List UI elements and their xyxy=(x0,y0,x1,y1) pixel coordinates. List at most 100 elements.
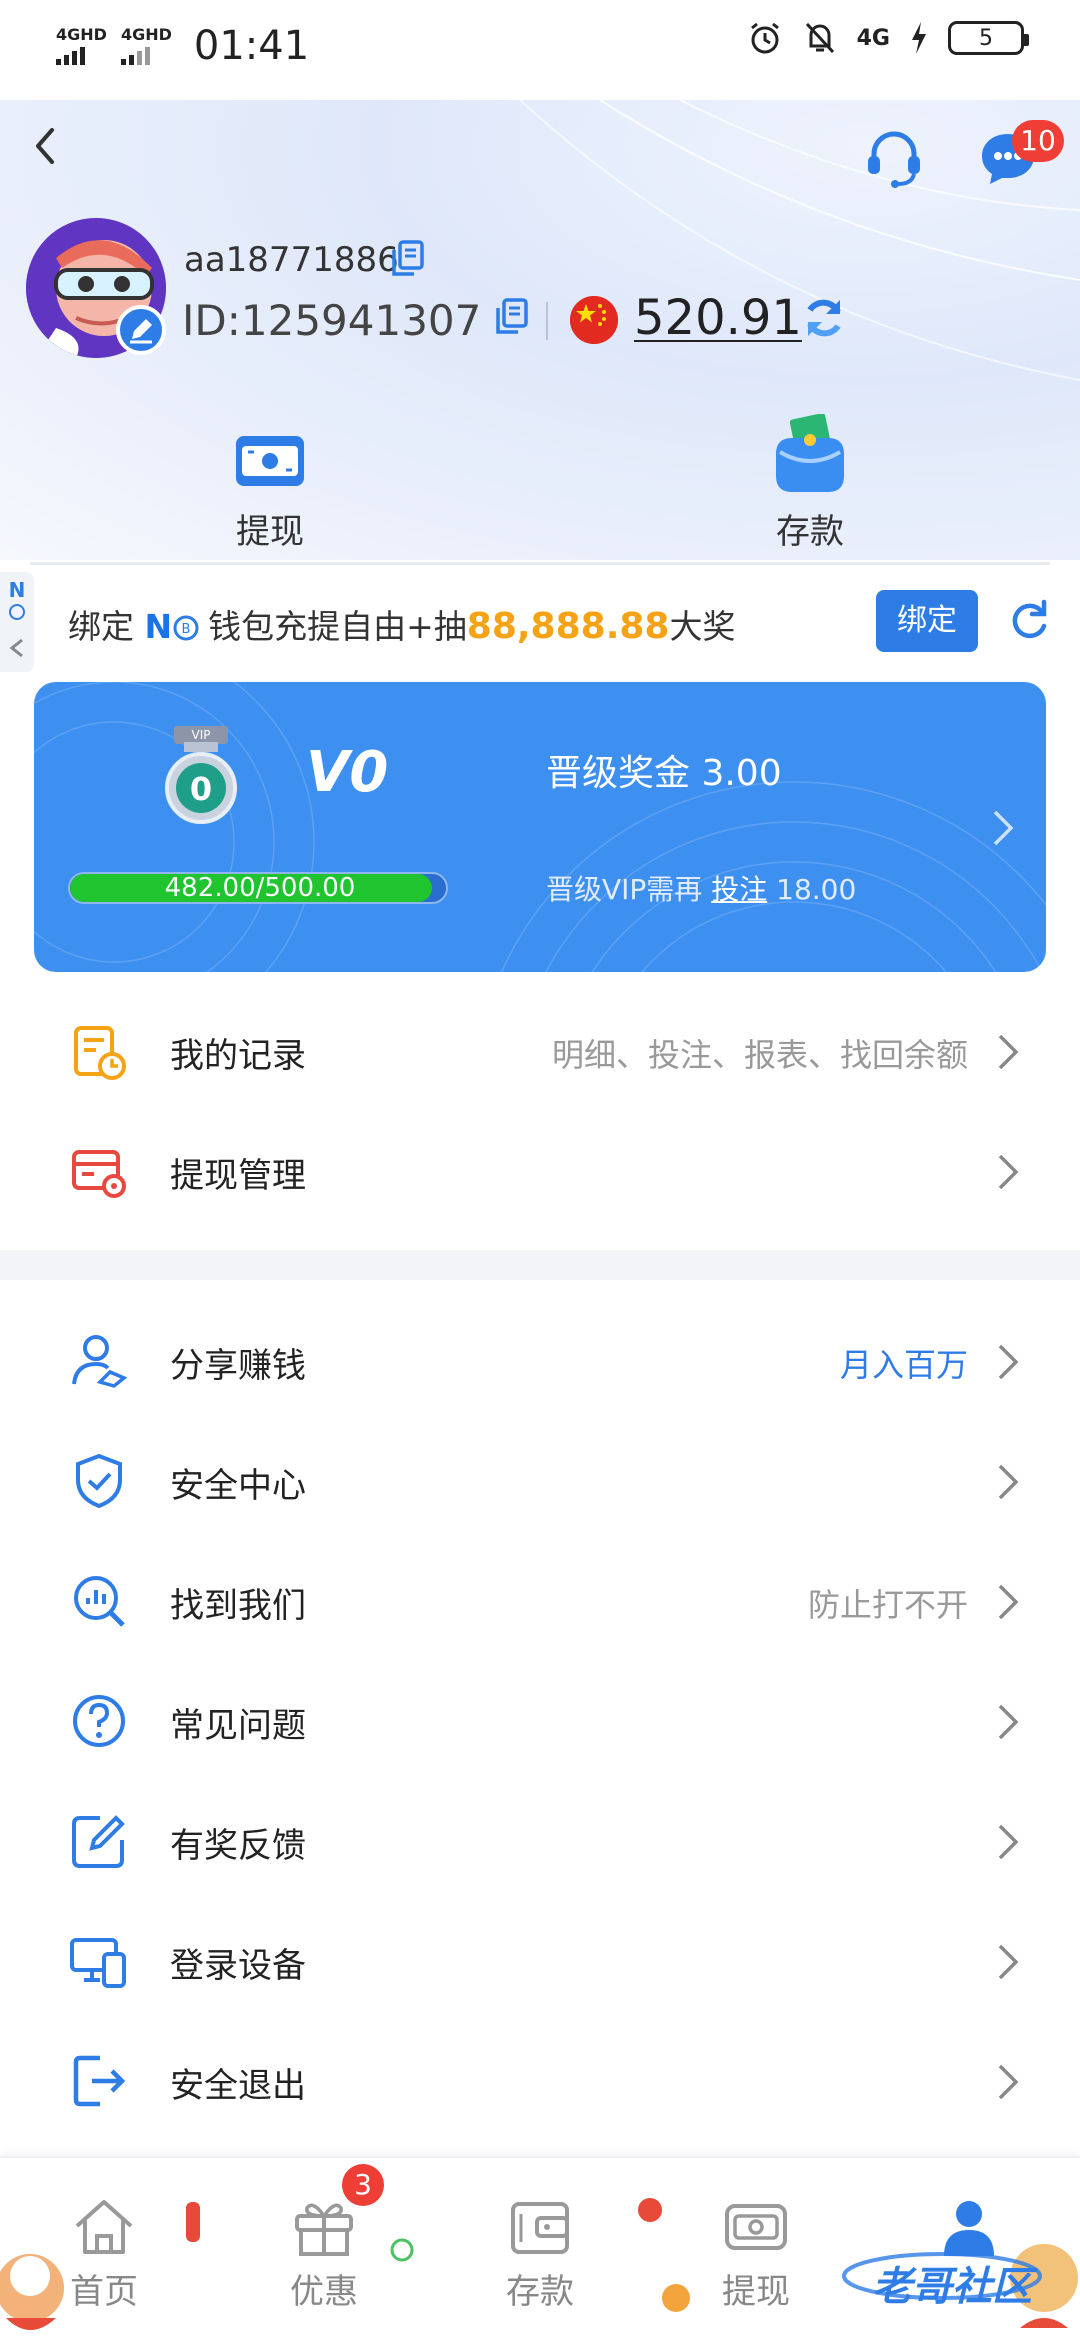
deposit-wallet-icon[interactable] xyxy=(770,414,850,496)
battery-icon: 5 xyxy=(948,21,1029,55)
chevron-right-icon[interactable] xyxy=(990,808,1016,848)
menu-label: 安全退出 xyxy=(170,2066,306,2106)
menu-label: 分享赚钱 xyxy=(170,1346,306,1386)
side-tab-logo-icon: N xyxy=(8,578,26,602)
username: aa18771886 xyxy=(184,240,399,280)
status-time: 01:41 xyxy=(193,23,310,69)
menu-logout[interactable]: 安全退出 xyxy=(0,2022,1080,2142)
vip-upgrade-bonus: 晋级奖金 3.00 xyxy=(546,753,782,794)
bind-suffix: 大奖 xyxy=(669,607,736,646)
status-bar: 4GHD 4GHD 01:41 4G 5 xyxy=(0,0,1080,92)
vip-need-prefix: 晋级VIP需再 xyxy=(546,873,703,906)
nav-withdraw-label: 提现 xyxy=(722,2272,790,2312)
customer-service-icon[interactable] xyxy=(862,126,926,190)
wallet-icon xyxy=(511,2202,569,2254)
menu-hint: 明细、投注、报表、找回余额 xyxy=(551,1036,968,1074)
watermark-logo: 老哥社区 xyxy=(842,2240,1042,2310)
shield-icon xyxy=(76,1453,122,1509)
message-count-badge: 10 xyxy=(1012,120,1064,162)
menu-login-devices[interactable]: 登录设备 xyxy=(0,1902,1080,2022)
chevron-right-icon xyxy=(998,1704,1019,1740)
share-user-icon xyxy=(72,1335,128,1388)
chevron-left-icon xyxy=(9,604,25,658)
nav-deposit-label: 存款 xyxy=(506,2272,574,2312)
menu-my-records[interactable]: 我的记录 明细、投注、报表、找回余额 xyxy=(0,992,1080,1112)
withdraw-label[interactable]: 提现 xyxy=(236,504,304,553)
side-drawer-tab[interactable]: N xyxy=(0,572,34,672)
copy-id-icon[interactable] xyxy=(494,298,528,336)
signal-icon: 4GHD xyxy=(56,27,107,65)
menu-hint: 防止打不开 xyxy=(807,1586,968,1624)
menu-label: 找到我们 xyxy=(170,1586,306,1626)
chevron-right-icon xyxy=(998,1154,1019,1190)
vip-medal-icon: VIP 0 xyxy=(165,726,237,824)
chevron-right-icon xyxy=(998,2064,1019,2100)
devices-icon xyxy=(70,1938,126,1988)
copy-username-icon[interactable] xyxy=(390,240,424,278)
chevron-right-icon xyxy=(998,1344,1019,1380)
refresh-balance-icon[interactable] xyxy=(800,294,848,342)
header-divider xyxy=(30,562,1050,565)
user-id: ID:125941307 xyxy=(182,296,482,345)
china-flag-icon xyxy=(570,296,618,344)
menu-label: 有奖反馈 xyxy=(170,1826,306,1866)
menu-faq[interactable]: 常见问题 xyxy=(0,1662,1080,1782)
menu-label: 常见问题 xyxy=(170,1706,306,1746)
vip-progress-bar: 482.00/500.00 xyxy=(68,872,448,904)
gift-icon xyxy=(295,2203,353,2256)
battery-level: 5 xyxy=(979,25,993,51)
withdraw-ticket-icon xyxy=(725,2204,787,2250)
menu-feedback[interactable]: 有奖反馈 xyxy=(0,1782,1080,1902)
bind-button[interactable]: 绑定 xyxy=(876,590,978,652)
menu-share-earn[interactable]: 分享赚钱 月入百万 xyxy=(0,1302,1080,1422)
deposit-label[interactable]: 存款 xyxy=(776,504,844,553)
svg-text:B: B xyxy=(182,622,191,637)
refresh-icon[interactable] xyxy=(1006,598,1052,644)
bind-prefix: 绑定 xyxy=(68,607,134,646)
chevron-right-icon xyxy=(998,1464,1019,1500)
back-icon[interactable] xyxy=(18,118,74,174)
network-type-3: 4G xyxy=(856,25,890,51)
vip-badge-number: 0 xyxy=(190,770,212,808)
vip-level: V0 xyxy=(306,740,389,805)
avatar-edit-icon[interactable] xyxy=(116,305,166,355)
menu-label: 提现管理 xyxy=(170,1156,306,1196)
menu-label: 登录设备 xyxy=(170,1946,306,1986)
nav-promotions-label: 优惠 xyxy=(290,2272,358,2312)
vip-requirement: 晋级VIP需再 投注 18.00 xyxy=(546,868,856,908)
withdraw-settings-icon xyxy=(72,1150,126,1198)
network-type-2: 4GHD xyxy=(120,25,172,44)
nav-home[interactable]: 首页 xyxy=(70,2196,138,2313)
search-chart-icon xyxy=(74,1576,125,1627)
menu-withdraw-management[interactable]: 提现管理 xyxy=(0,1112,1080,1232)
wallet-balance: 520.91 xyxy=(634,290,802,346)
signal-icon-2: 4GHD xyxy=(120,25,172,65)
bind-middle-text: 钱包充提自由+抽 xyxy=(208,607,467,646)
nav-home-label: 首页 xyxy=(70,2272,138,2312)
chevron-right-icon xyxy=(998,1824,1019,1860)
bet-link[interactable]: 投注 xyxy=(711,873,767,906)
edit-icon xyxy=(72,1815,125,1868)
mute-bell-icon xyxy=(805,22,834,54)
nav-deposit[interactable]: 存款 xyxy=(506,2196,574,2313)
menu-find-us[interactable]: 找到我们 防止打不开 xyxy=(0,1542,1080,1662)
wallet-coin-icon: B xyxy=(173,615,199,641)
withdraw-icon[interactable] xyxy=(234,432,306,490)
divider xyxy=(546,302,548,340)
alarm-icon xyxy=(750,22,779,54)
vip-need-amount: 18.00 xyxy=(776,873,857,906)
menu-label: 我的记录 xyxy=(170,1036,306,1076)
logout-icon xyxy=(73,2055,126,2107)
n-wallet-logo: N xyxy=(144,607,173,646)
vip-progress-text: 482.00/500.00 xyxy=(164,873,356,903)
svg-text:VIP: VIP xyxy=(192,728,211,742)
nav-withdraw[interactable]: 提现 xyxy=(722,2196,790,2313)
question-icon xyxy=(73,1695,125,1747)
nav-promotions[interactable]: 优惠 xyxy=(290,2196,358,2313)
charging-icon xyxy=(912,22,926,54)
menu-label: 安全中心 xyxy=(170,1466,306,1506)
menu-security-center[interactable]: 安全中心 xyxy=(0,1422,1080,1542)
watermark-text: 老哥社区 xyxy=(872,2264,1032,2310)
section-divider xyxy=(0,1250,1080,1280)
prize-amount: 88,888.88 xyxy=(466,606,670,647)
